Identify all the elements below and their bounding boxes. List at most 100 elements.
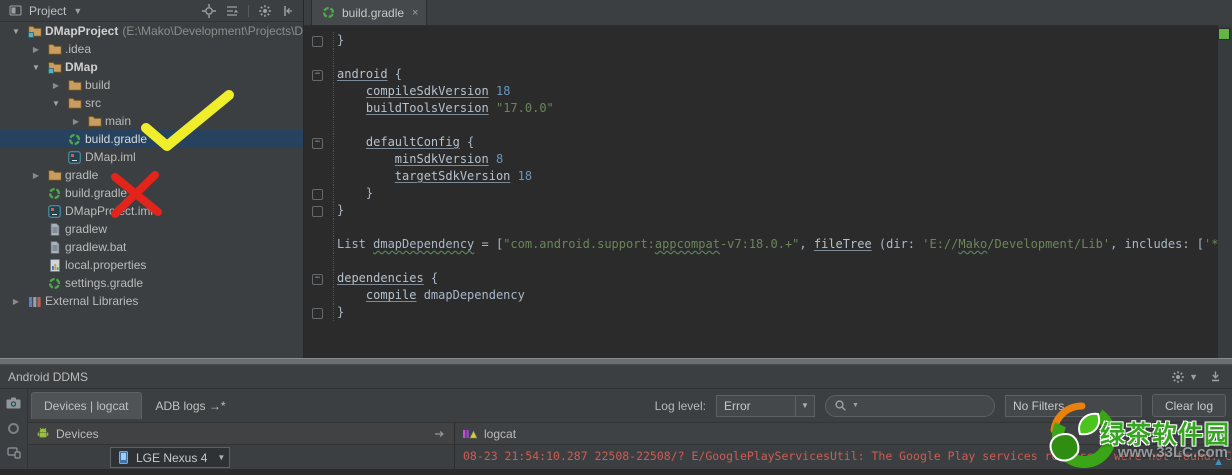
- tree-item-idea[interactable]: ▶.idea: [0, 40, 303, 58]
- gradle-icon: [320, 6, 337, 19]
- chevron-down-icon: ▼: [217, 453, 225, 462]
- editor-scrollbar[interactable]: [1218, 25, 1232, 358]
- folder-icon: [66, 79, 83, 91]
- tree-item-external-libraries[interactable]: ▶External Libraries: [0, 292, 303, 310]
- project-panel-title[interactable]: Project: [29, 4, 66, 18]
- device-view-icon[interactable]: [5, 445, 23, 461]
- folder-icon: [86, 115, 103, 127]
- expand-open-icon[interactable]: ▼: [6, 27, 26, 36]
- device-select[interactable]: LGE Nexus 4 ▼: [110, 447, 230, 468]
- tree-item-dmap-iml[interactable]: DMap.iml: [0, 148, 303, 166]
- record-icon[interactable]: [5, 420, 23, 436]
- minimize-panel-icon[interactable]: [1206, 369, 1224, 385]
- close-tab-icon[interactable]: ×: [412, 7, 418, 19]
- code-line[interactable]: −android {: [304, 66, 1232, 83]
- code-line[interactable]: compileSdkVersion 18: [304, 83, 1232, 100]
- devices-pane-header: Devices: [28, 423, 454, 445]
- tree-item-build-gradle[interactable]: build.gradle: [0, 184, 303, 202]
- gutter: [304, 49, 334, 66]
- tab-devices-logcat[interactable]: Devices | logcat: [31, 392, 142, 419]
- camera-icon[interactable]: [5, 395, 23, 411]
- fold-marker-icon[interactable]: −: [304, 270, 334, 287]
- log-level-select[interactable]: Error ▼: [716, 395, 815, 417]
- tree-item-build-gradle[interactable]: build.gradle: [0, 130, 303, 148]
- tree-item-dmapproject-iml[interactable]: DMapProject.iml: [0, 202, 303, 220]
- project-tree: ▼DMapProject(E:\Mako\Development\Project…: [0, 22, 303, 358]
- tree-item-label: main: [105, 114, 131, 128]
- tree-item-dmap[interactable]: ▼DMap: [0, 58, 303, 76]
- code-line[interactable]: }: [304, 32, 1232, 49]
- code-line[interactable]: }: [304, 185, 1232, 202]
- ddms-icon-strip: [0, 389, 28, 469]
- tree-item-main[interactable]: ▶ main: [0, 112, 303, 130]
- ddms-title-bar: Android DDMS ▼: [0, 365, 1232, 389]
- code-line[interactable]: − defaultConfig {: [304, 134, 1232, 151]
- devices-header-label: Devices: [56, 427, 99, 441]
- gutter: [304, 219, 334, 236]
- expand-closed-icon[interactable]: ▶: [6, 297, 26, 306]
- fold-marker-icon[interactable]: [304, 185, 334, 202]
- minimize-icon[interactable]: [430, 426, 448, 442]
- code-line[interactable]: compile dmapDependency: [304, 287, 1232, 304]
- tree-item-gradlew[interactable]: gradlew: [0, 220, 303, 238]
- code-line[interactable]: minSdkVersion 8: [304, 151, 1232, 168]
- scroll-to-source-icon[interactable]: [200, 3, 218, 19]
- logcat-search-input[interactable]: [861, 398, 975, 414]
- code-line[interactable]: }: [304, 304, 1232, 321]
- chevron-down-icon[interactable]: ▼: [73, 6, 82, 16]
- code-line[interactable]: [304, 49, 1232, 66]
- tree-item-settings-gradle[interactable]: settings.gradle: [0, 274, 303, 292]
- gutter: [304, 83, 334, 100]
- gear-icon[interactable]: [1169, 369, 1187, 385]
- tree-item-gradle[interactable]: ▶gradle: [0, 166, 303, 184]
- logcat-pane: logcat 08-23 21:54:10.287 22508-22508/? …: [455, 423, 1232, 469]
- search-icon: [834, 398, 848, 414]
- expand-closed-icon[interactable]: ▶: [26, 45, 46, 54]
- tree-item-local-properties[interactable]: local.properties: [0, 256, 303, 274]
- fold-marker-icon[interactable]: −: [304, 134, 334, 151]
- settings-gear-icon[interactable]: [256, 3, 274, 19]
- tab-build-gradle[interactable]: build.gradle ×: [311, 0, 427, 25]
- code-text: [334, 253, 337, 270]
- expand-closed-icon[interactable]: ▶: [66, 117, 86, 126]
- tree-item-src[interactable]: ▼src: [0, 94, 303, 112]
- code-line[interactable]: buildToolsVersion "17.0.0": [304, 100, 1232, 117]
- folder-icon: [66, 97, 83, 109]
- tree-item-label: build.gradle: [85, 132, 147, 146]
- code-line[interactable]: List dmapDependency = ["com.android.supp…: [304, 236, 1232, 253]
- fold-marker-icon[interactable]: [304, 202, 334, 219]
- code-line[interactable]: [304, 253, 1232, 270]
- clear-log-button[interactable]: Clear log: [1152, 394, 1226, 417]
- gutter: [304, 117, 334, 134]
- gradle-icon: [46, 277, 63, 290]
- code-line[interactable]: [304, 117, 1232, 134]
- code-line[interactable]: −dependencies {: [304, 270, 1232, 287]
- tree-item-label: build.gradle: [65, 186, 127, 200]
- fold-marker-icon[interactable]: [304, 32, 334, 49]
- scroll-up-icon[interactable]: ▲: [1213, 456, 1224, 468]
- hide-panel-icon[interactable]: [279, 3, 297, 19]
- filters-select[interactable]: No Filters: [1005, 395, 1142, 417]
- tree-item-build[interactable]: ▶build: [0, 76, 303, 94]
- tree-item-dmapproject[interactable]: ▼DMapProject(E:\Mako\Development\Project…: [0, 22, 303, 40]
- expand-open-icon[interactable]: ▼: [26, 63, 46, 72]
- code-line[interactable]: targetSdkVersion 18: [304, 168, 1232, 185]
- chevron-down-icon: ▼: [795, 396, 814, 416]
- horizontal-splitter[interactable]: [0, 358, 1232, 365]
- tree-item-label: settings.gradle: [65, 276, 143, 290]
- code-text: dependencies {: [334, 270, 438, 287]
- fold-marker-icon[interactable]: [304, 304, 334, 321]
- expand-closed-icon[interactable]: ▶: [46, 81, 66, 90]
- collapse-all-icon[interactable]: [223, 3, 241, 19]
- code-text: targetSdkVersion 18: [334, 168, 532, 185]
- tab-adb-logs[interactable]: ADB logs →*: [144, 393, 238, 419]
- chevron-down-icon[interactable]: ▼: [1189, 372, 1198, 382]
- code-line[interactable]: [304, 219, 1232, 236]
- code-area[interactable]: } −android { compileSdkVersion 18 buildTo…: [304, 26, 1232, 358]
- expand-closed-icon[interactable]: ▶: [26, 171, 46, 180]
- chevron-down-icon[interactable]: ▼: [852, 402, 859, 409]
- code-line[interactable]: }: [304, 202, 1232, 219]
- expand-open-icon[interactable]: ▼: [46, 99, 66, 108]
- tree-item-gradlew-bat[interactable]: gradlew.bat: [0, 238, 303, 256]
- fold-marker-icon[interactable]: −: [304, 66, 334, 83]
